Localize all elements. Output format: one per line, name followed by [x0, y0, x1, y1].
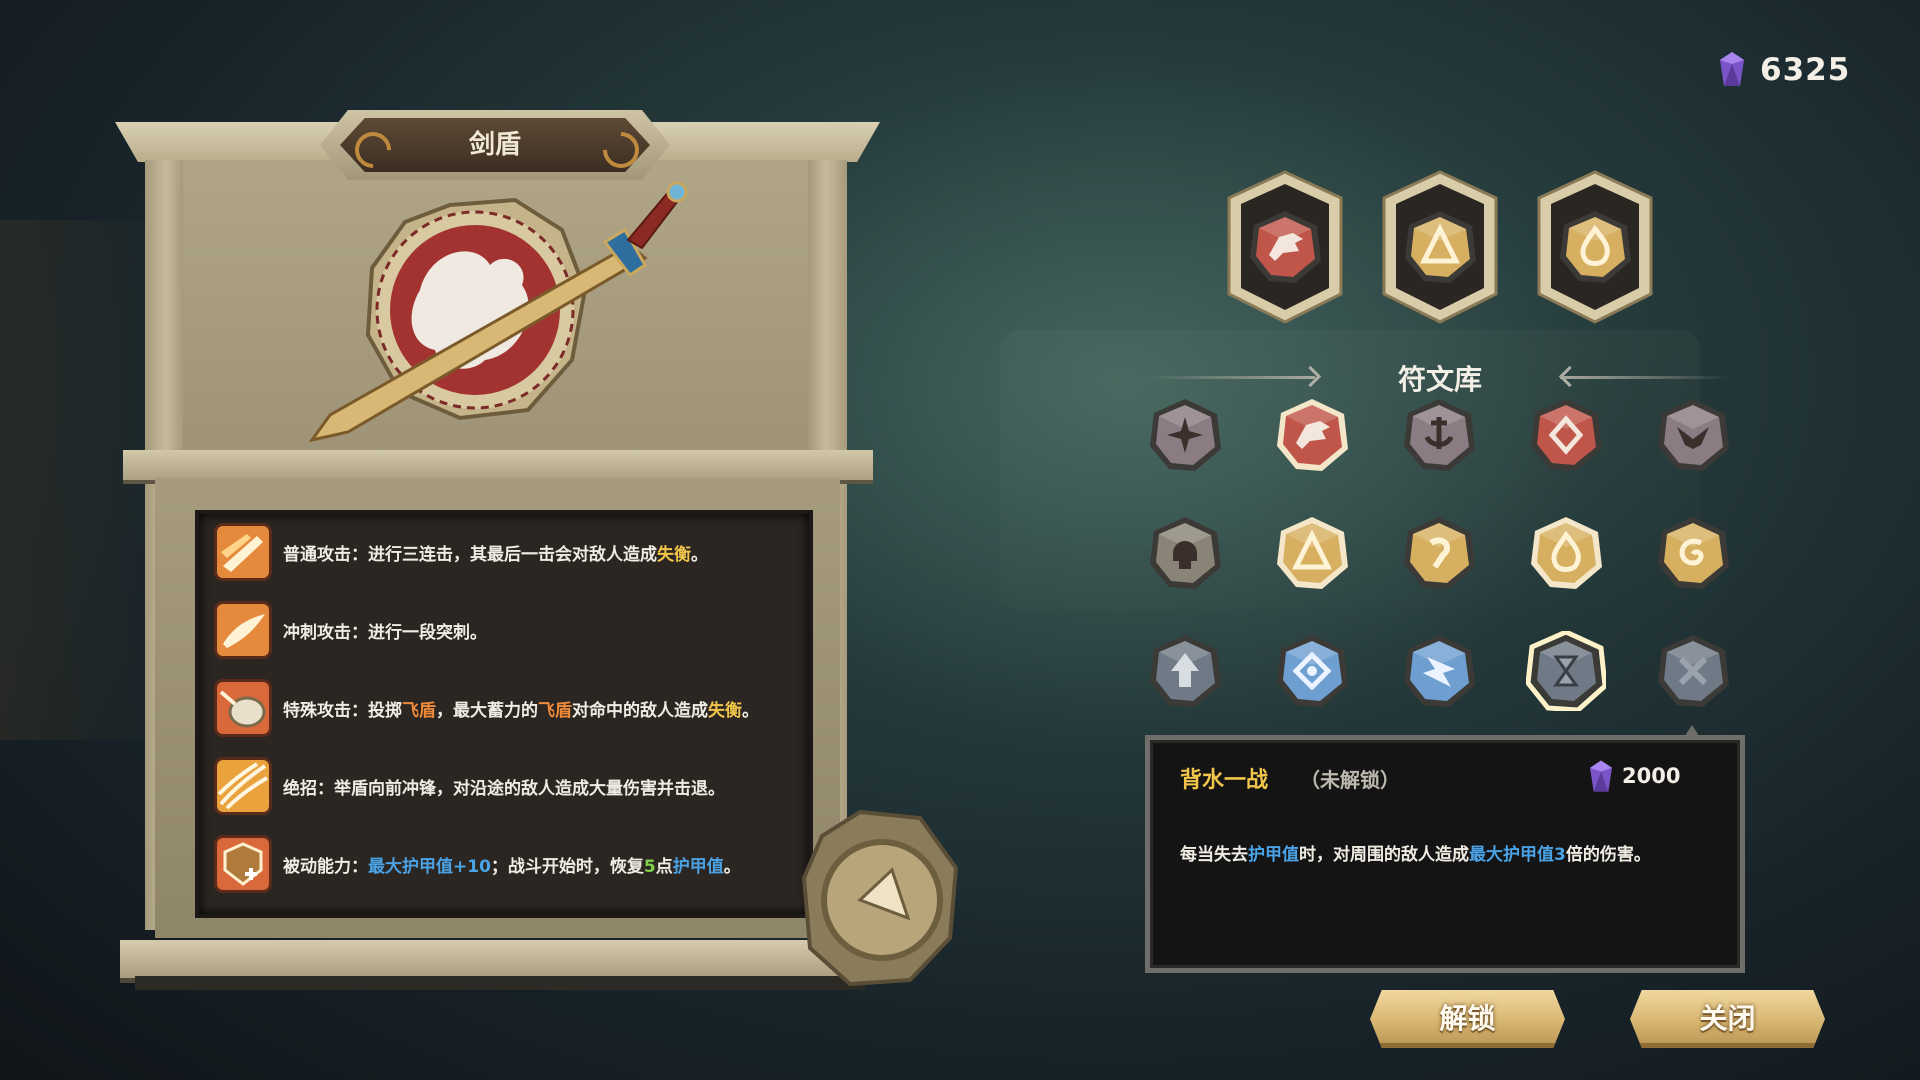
target-rune-icon	[1277, 635, 1348, 707]
skill-desc-normal-attack: 普通攻击：进行三连击，其最后一击会对敌人造成失衡。	[283, 544, 708, 565]
skill-desc-dash-attack: 冲刺攻击：进行一段突刺。	[283, 622, 487, 643]
decorative-shield-icon	[801, 809, 959, 987]
library-divider-left	[1145, 376, 1315, 379]
rune-slot-target-rune[interactable]	[1272, 631, 1352, 711]
skill-row-normal-attack: 普通攻击：进行三连击，其最后一击会对敌人造成失衡。	[217, 526, 708, 578]
wolf-rune-icon	[1250, 211, 1321, 283]
arrow-up-rune-icon	[1150, 635, 1221, 707]
hourglass-rune-icon	[1525, 629, 1608, 713]
panel-base-shadow	[135, 976, 865, 990]
skull-rune-icon	[1150, 517, 1221, 589]
hook-rune-icon	[1404, 517, 1475, 589]
purple-crystal-icon	[1720, 52, 1744, 86]
ultimate-icon	[217, 760, 269, 812]
rune-slot-flame-rune[interactable]	[1526, 513, 1606, 593]
skill-row-dash-attack: 冲刺攻击：进行一段突刺。	[217, 604, 487, 656]
skill-row-ultimate: 绝招：举盾向前冲锋，对沿途的敌人造成大量伤害并击退。	[217, 760, 725, 812]
flame-rune-icon	[1560, 211, 1631, 283]
skill-row-passive: 被动能力：最大护甲值+10；战斗开始时，恢复5点护甲值。	[217, 838, 741, 890]
rune-lock-status: （未解锁）	[1300, 768, 1400, 792]
peak-rune-icon	[1405, 211, 1476, 283]
currency-display: 6325	[1720, 52, 1850, 88]
wing-rune-icon	[1658, 399, 1729, 471]
rune-slot-skull-rune[interactable]	[1145, 513, 1225, 593]
rune-cost: 2000	[1622, 764, 1681, 788]
normal-attack-icon	[217, 526, 269, 578]
sword-and-shield-emblem-icon	[308, 181, 688, 443]
equipped-rune-slot[interactable]	[1380, 170, 1500, 325]
rune-library-title: 符文库	[1397, 363, 1482, 396]
unlock-button[interactable]: 解锁	[1370, 990, 1565, 1048]
weapon-panel: 剑盾 普通攻击：进行三连击，其最后一击会对敌人造成失衡。 冲刺攻击：进行一段突刺…	[115, 110, 880, 990]
rune-info-box: 背水一战 （未解锁） 2000 每当失去护甲值时，对周围的敌人造成最大护甲值3倍…	[1145, 735, 1745, 973]
star-rune-icon	[1150, 399, 1221, 471]
currency-amount: 6325	[1760, 52, 1851, 88]
skill-desc-ultimate: 绝招：举盾向前冲锋，对沿途的敌人造成大量伤害并击退。	[283, 778, 725, 799]
rune-slot-star-rune[interactable]	[1145, 395, 1225, 475]
rune-slot-bolt-rune[interactable]	[1399, 631, 1479, 711]
dash-attack-icon	[217, 604, 269, 656]
spiral-rune-icon	[1658, 517, 1729, 589]
skill-row-special-attack: 特殊攻击：投掷飞盾，最大蓄力的飞盾对命中的敌人造成失衡。	[217, 682, 759, 734]
skill-desc-passive: 被动能力：最大护甲值+10；战斗开始时，恢复5点护甲值。	[283, 856, 741, 877]
rune-slot-wing-rune[interactable]	[1653, 395, 1733, 475]
library-divider-right	[1560, 376, 1730, 379]
cross-rune-icon	[1658, 635, 1729, 707]
diamond-rune-icon	[1531, 399, 1602, 471]
passive-icon	[217, 838, 269, 890]
rune-slot-anchor-rune[interactable]	[1399, 395, 1479, 475]
skill-list: 普通攻击：进行三连击，其最后一击会对敌人造成失衡。 冲刺攻击：进行一段突刺。 特…	[195, 510, 813, 918]
rune-slot-hourglass-rune[interactable]	[1525, 629, 1608, 713]
flame-rune-icon	[1531, 517, 1602, 589]
special-attack-icon	[217, 682, 269, 734]
rune-slot-diamond-rune[interactable]	[1526, 395, 1606, 475]
close-button[interactable]: 关闭	[1630, 990, 1825, 1048]
wolf-rune-icon	[1277, 399, 1348, 471]
purple-crystal-icon	[1590, 760, 1612, 792]
rune-slot-hook-rune[interactable]	[1399, 513, 1479, 593]
panel-bottom-beam	[120, 940, 880, 978]
equipped-rune-slot[interactable]	[1225, 170, 1345, 325]
equipped-rune-slot[interactable]	[1535, 170, 1655, 325]
rune-description: 每当失去护甲值时，对周围的敌人造成最大护甲值3倍的伤害。	[1180, 845, 1651, 865]
anchor-rune-icon	[1404, 399, 1475, 471]
bolt-rune-icon	[1404, 635, 1475, 707]
rune-slot-peak-rune[interactable]	[1272, 513, 1352, 593]
rune-slot-spiral-rune[interactable]	[1653, 513, 1733, 593]
peak-rune-icon	[1277, 517, 1348, 589]
rune-slot-wolf-rune[interactable]	[1272, 395, 1352, 475]
rune-slot-cross-rune[interactable]	[1653, 631, 1733, 711]
rune-slot-arrow-up-rune[interactable]	[1145, 631, 1225, 711]
weapon-title: 剑盾	[468, 130, 521, 160]
skill-desc-special-attack: 特殊攻击：投掷飞盾，最大蓄力的飞盾对命中的敌人造成失衡。	[283, 700, 759, 721]
rune-name: 背水一战	[1180, 768, 1269, 793]
